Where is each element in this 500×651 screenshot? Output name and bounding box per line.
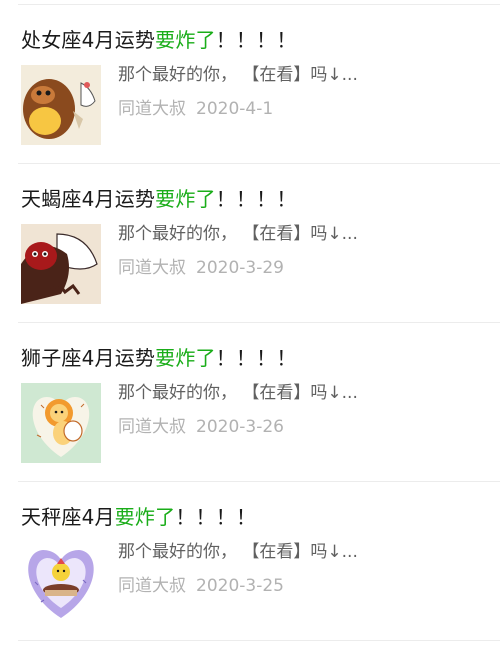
article-date: 2020-4-1 xyxy=(196,99,274,119)
article-date: 2020-3-25 xyxy=(196,576,284,596)
article-item-scorpio[interactable]: 天蝎座4月运势要炸了！！！！ 那个最好的你， 【在看】吗↓... 同道大叔 202… xyxy=(18,164,500,323)
article-title-suffix: ！！！！ xyxy=(215,346,297,370)
article-digest: 那个最好的你， 【在看】吗↓... xyxy=(118,224,358,244)
article-meta: 同道大叔 2020-3-29 xyxy=(118,256,284,280)
article-title[interactable]: 天秤座4月要炸了！！！！ xyxy=(21,504,256,530)
scorpio-cartoon-thumbnail-icon[interactable] xyxy=(21,224,101,304)
article-title-suffix: ！！！！ xyxy=(175,505,257,529)
article-title-suffix: ！！！！ xyxy=(215,28,297,52)
article-title[interactable]: 狮子座4月运势要炸了！！！！ xyxy=(21,345,297,371)
article-title[interactable]: 处女座4月运势要炸了！！！！ xyxy=(21,27,297,53)
article-meta: 同道大叔 2020-4-1 xyxy=(118,97,273,121)
article-title-highlight: 要炸了 xyxy=(155,346,216,370)
article-title-suffix: ！！！！ xyxy=(215,187,297,211)
article-title-prefix: 处女座4月运势 xyxy=(21,28,156,52)
article-title-prefix: 天秤座4月 xyxy=(21,505,115,529)
article-title-highlight: 要炸了 xyxy=(155,28,216,52)
article-item-libra[interactable]: 天秤座4月要炸了！！！！ 那个最好的你， 【在看】吗↓... 同道大叔 2020-… xyxy=(18,482,500,641)
article-date: 2020-3-26 xyxy=(196,417,284,437)
article-author: 同道大叔 xyxy=(118,417,186,437)
article-title-highlight: 要炸了 xyxy=(155,187,216,211)
article-list: 处女座4月运势要炸了！！！！ 那个最好的你， 【在看】吗↓... 同道大叔 202… xyxy=(0,5,500,641)
libra-cartoon-thumbnail-icon[interactable] xyxy=(21,542,101,622)
article-title-prefix: 狮子座4月运势 xyxy=(21,346,156,370)
article-author: 同道大叔 xyxy=(118,99,186,119)
article-meta: 同道大叔 2020-3-25 xyxy=(118,574,284,598)
article-meta: 同道大叔 2020-3-26 xyxy=(118,415,284,439)
article-author: 同道大叔 xyxy=(118,258,186,278)
article-digest: 那个最好的你， 【在看】吗↓... xyxy=(118,65,358,85)
leo-cartoon-thumbnail-icon[interactable] xyxy=(21,383,101,463)
article-title-prefix: 天蝎座4月运势 xyxy=(21,187,156,211)
virgo-cartoon-thumbnail-icon[interactable] xyxy=(21,65,101,145)
article-date: 2020-3-29 xyxy=(196,258,284,278)
article-title[interactable]: 天蝎座4月运势要炸了！！！！ xyxy=(21,186,297,212)
article-digest: 那个最好的你， 【在看】吗↓... xyxy=(118,383,358,403)
article-title-highlight: 要炸了 xyxy=(114,505,176,529)
article-digest: 那个最好的你， 【在看】吗↓... xyxy=(118,542,358,562)
article-author: 同道大叔 xyxy=(118,576,186,596)
article-item-virgo[interactable]: 处女座4月运势要炸了！！！！ 那个最好的你， 【在看】吗↓... 同道大叔 202… xyxy=(18,5,500,164)
article-item-leo[interactable]: 狮子座4月运势要炸了！！！！ 那个最好的你， 【在看】吗↓... 同道大叔 202… xyxy=(18,323,500,482)
